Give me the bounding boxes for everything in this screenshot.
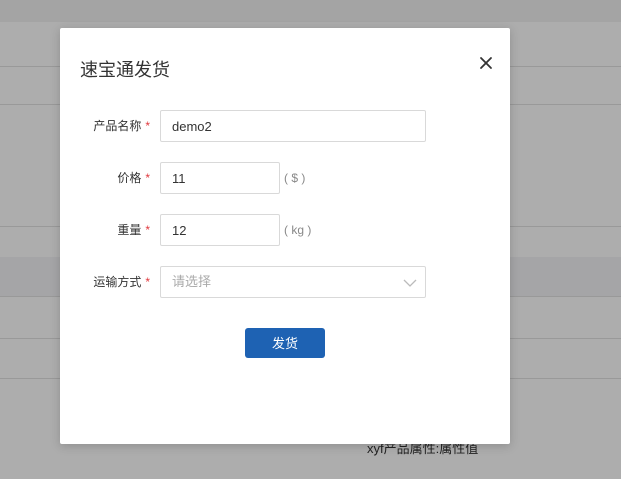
required-mark: * [145, 119, 150, 133]
required-mark: * [145, 223, 150, 237]
price-label: 价格 * [117, 162, 150, 194]
dialog-title: 速宝通发货 [80, 60, 170, 80]
weight-label-text: 重量 [117, 223, 142, 237]
ship-dialog: 速宝通发货 产品名称* 价格* ( $ ) 重量* [60, 28, 510, 444]
form-row-weight: 重量* ( kg ) [60, 214, 510, 246]
weight-input[interactable] [160, 214, 280, 246]
required-mark: * [145, 275, 150, 289]
price-label-text: 价格 [117, 171, 142, 185]
close-icon[interactable] [476, 53, 496, 73]
required-mark: * [145, 171, 150, 185]
form-row-shipping-method: 运输方式 * 请选择 [60, 266, 510, 298]
price-input[interactable] [160, 162, 280, 194]
product-name-label-text: 产品名称 [93, 119, 142, 133]
price-unit: ( $ ) [284, 171, 306, 185]
form-row-price: 价格* ( $ ) [60, 162, 510, 194]
shipping-method-label: 运输方式 * [93, 266, 150, 298]
shipping-method-label-text: 运输方式 [93, 275, 142, 289]
product-name-input[interactable] [160, 110, 426, 142]
weight-unit: ( kg ) [284, 223, 312, 237]
shipping-method-select[interactable]: 请选择 [160, 266, 426, 298]
product-name-label: 产品名称 * [93, 110, 150, 142]
weight-label: 重量 * [117, 214, 150, 246]
shipping-method-placeholder: 请选择 [172, 274, 212, 289]
page: xyf产品属性:属性值 速宝通发货 产品名称* 价格* ( $ ) [0, 0, 621, 479]
ship-button[interactable]: 发货 [245, 328, 325, 358]
chevron-down-icon [403, 276, 417, 288]
form-row-product-name: 产品名称 * [60, 110, 510, 142]
